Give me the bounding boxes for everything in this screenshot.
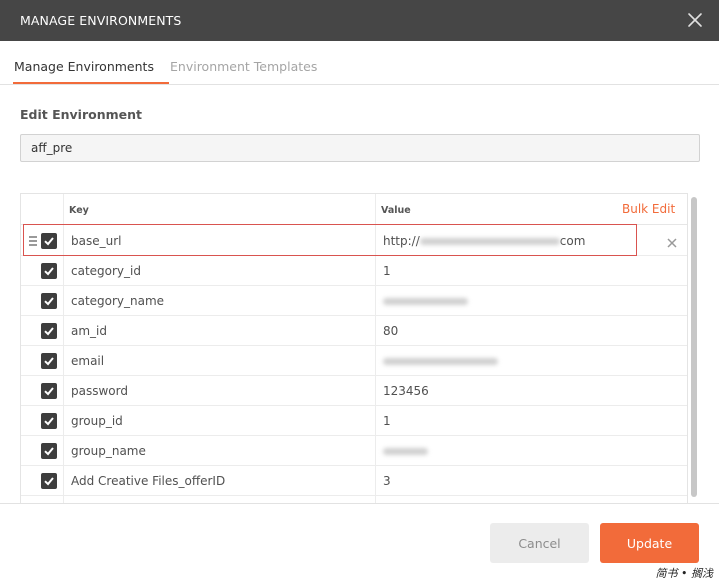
row-key[interactable]: email [71,354,104,368]
scrollbar-thumb[interactable] [691,197,697,497]
table-row: group_id 1 [21,406,687,436]
active-tab-indicator [13,82,169,84]
redacted-value [383,358,498,365]
table-row: category_id 1 [21,256,687,286]
dialog-title: MANAGE ENVIRONMENTS [20,13,182,28]
bulk-edit-link[interactable]: Bulk Edit [622,202,675,216]
row-value[interactable]: 3 [383,474,391,488]
row-key[interactable]: password [71,384,128,398]
row-key[interactable]: group_id [71,414,123,428]
redacted-value [383,448,428,455]
drag-handle-icon[interactable] [29,236,37,246]
update-button[interactable]: Update [600,523,699,563]
redacted-value [419,238,560,245]
row-enabled-checkbox[interactable] [41,323,57,339]
row-enabled-checkbox[interactable] [41,353,57,369]
row-value[interactable]: 1 [383,414,391,428]
tab-environment-templates-label: Environment Templates [170,59,318,74]
header-divider [21,224,687,225]
row-value[interactable]: 1 [383,264,391,278]
row-enabled-checkbox[interactable] [41,383,57,399]
table-row: Add Creative Files_offerID 3 [21,466,687,496]
row-value-prefix: http:// [383,234,420,248]
edit-environment-label: Edit Environment [20,107,142,122]
row-key[interactable]: group_name [71,444,146,458]
tab-manage-environments-label: Manage Environments [14,59,154,74]
table-row: group_name [21,436,687,466]
cancel-button[interactable]: Cancel [490,523,589,563]
redacted-value [383,298,468,305]
row-enabled-checkbox[interactable] [41,413,57,429]
row-enabled-checkbox[interactable] [41,263,57,279]
delete-row-icon[interactable] [666,234,678,248]
table-row: email [21,346,687,376]
row-enabled-checkbox[interactable] [41,443,57,459]
column-header-value: Value [381,205,411,216]
table-row: category_name [21,286,687,316]
row-enabled-checkbox[interactable] [41,473,57,489]
row-value[interactable]: 123456 [383,384,429,398]
table-row: base_url http:// com [21,226,687,256]
row-enabled-checkbox[interactable] [41,233,57,249]
row-value[interactable] [383,444,428,458]
row-value[interactable]: http:// com [383,234,585,248]
row-key[interactable]: base_url [71,234,121,248]
row-key[interactable]: category_id [71,264,141,278]
row-key[interactable]: Add Creative Files_offerID [71,474,225,488]
table-row: am_id 80 [21,316,687,346]
row-enabled-checkbox[interactable] [41,293,57,309]
row-value[interactable]: 80 [383,324,398,338]
variables-table: Key Value Bulk Edit base_url http://com … [20,193,688,503]
row-value-suffix: com [559,234,586,248]
watermark: 简书 • 搁浅 [655,567,713,580]
close-icon[interactable] [684,9,706,31]
row-key[interactable]: am_id [71,324,107,338]
row-value[interactable] [383,354,498,368]
tab-bar: Manage Environments Environment Template… [0,41,719,85]
row-value[interactable] [383,294,468,308]
table-row: password 123456 [21,376,687,406]
dialog-titlebar: MANAGE ENVIRONMENTS [0,0,719,41]
tab-manage-environments[interactable]: Manage Environments [13,59,169,84]
column-header-key: Key [69,205,89,216]
environment-name-input[interactable] [20,134,700,162]
tab-environment-templates[interactable]: Environment Templates [170,59,317,74]
row-key[interactable]: category_name [71,294,164,308]
